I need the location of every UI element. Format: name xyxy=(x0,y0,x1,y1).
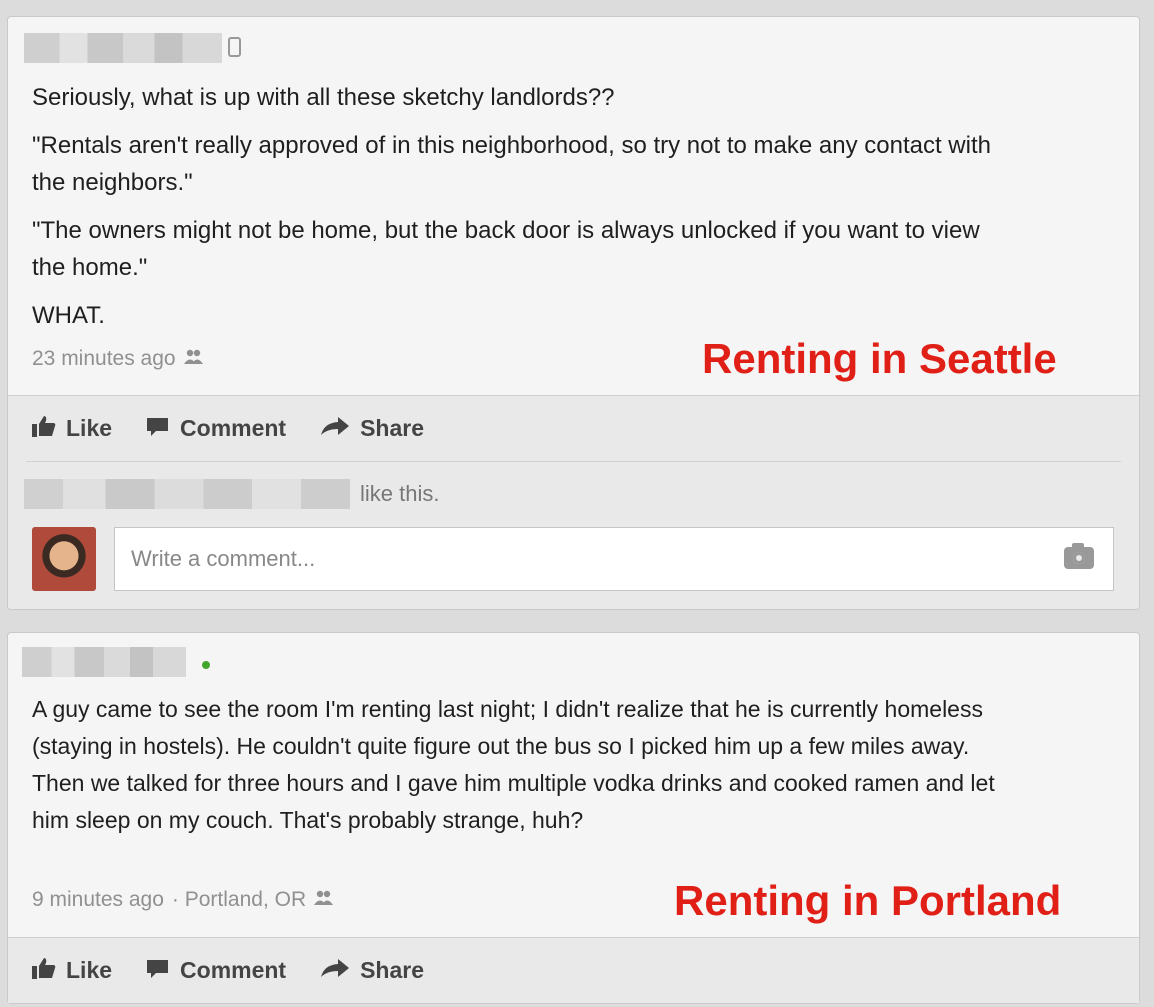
like-thumb-icon xyxy=(32,957,56,985)
mobile-icon xyxy=(228,37,241,57)
post-timestamp[interactable]: 9 minutes ago xyxy=(32,888,164,912)
share-label: Share xyxy=(360,957,425,983)
comment-label: Comment xyxy=(180,957,287,983)
like-label: Like xyxy=(66,415,113,441)
post-paragraph: A guy came to see the room I'm renting l… xyxy=(32,696,995,833)
post-paragraph: Seriously, what is up with all these ske… xyxy=(32,84,615,111)
post-location[interactable]: · Portland, OR xyxy=(172,888,306,912)
author-name-blurred[interactable] xyxy=(22,647,186,677)
post-meta: 9 minutes ago · Portland, OR xyxy=(32,888,334,912)
friends-icon[interactable] xyxy=(183,349,204,370)
post-body: A guy came to see the room I'm renting l… xyxy=(32,691,1032,850)
post-paragraph: WHAT. xyxy=(32,302,105,329)
like-button[interactable]: Like xyxy=(32,957,112,985)
comment-button[interactable]: Comment xyxy=(146,957,286,985)
like-thumb-icon xyxy=(32,415,56,443)
likers-names-blurred[interactable] xyxy=(24,479,350,509)
likes-summary: like this. xyxy=(360,481,440,506)
post-timestamp[interactable]: 23 minutes ago xyxy=(32,347,176,371)
action-bar: Like Comment Share xyxy=(8,395,1139,461)
share-arrow-icon xyxy=(320,957,350,984)
share-button[interactable]: Share xyxy=(320,415,424,442)
friends-icon[interactable] xyxy=(314,890,334,911)
overlay-label: Renting in Portland xyxy=(674,877,1062,924)
author-name-blurred[interactable] xyxy=(24,33,222,63)
comment-icon xyxy=(146,957,170,985)
divider xyxy=(26,461,1121,462)
like-label: Like xyxy=(66,957,113,983)
comment-button[interactable]: Comment xyxy=(146,415,286,443)
share-arrow-icon xyxy=(320,415,350,442)
camera-icon[interactable] xyxy=(1064,543,1094,569)
post-paragraph: "Rentals aren't really approved of in th… xyxy=(32,132,991,196)
like-button[interactable]: Like xyxy=(32,415,112,443)
post-body: Seriously, what is up with all these ske… xyxy=(32,79,1032,345)
post-card-portland: A guy came to see the room I'm renting l… xyxy=(7,632,1140,1004)
post-paragraph: "The owners might not be home, but the b… xyxy=(32,217,980,281)
online-dot-icon xyxy=(202,661,210,669)
post-meta: 23 minutes ago xyxy=(32,347,204,371)
share-button[interactable]: Share xyxy=(320,957,424,984)
overlay-label: Renting in Seattle xyxy=(702,335,1057,382)
comment-icon xyxy=(146,415,170,443)
comment-label: Comment xyxy=(180,415,287,441)
comments-area: like this. xyxy=(8,461,1139,609)
avatar[interactable] xyxy=(32,527,96,591)
post-card-seattle: Seriously, what is up with all these ske… xyxy=(7,16,1140,610)
share-label: Share xyxy=(360,415,425,441)
comment-input[interactable] xyxy=(114,527,1114,591)
action-bar: Like Comment Share xyxy=(8,937,1139,1003)
